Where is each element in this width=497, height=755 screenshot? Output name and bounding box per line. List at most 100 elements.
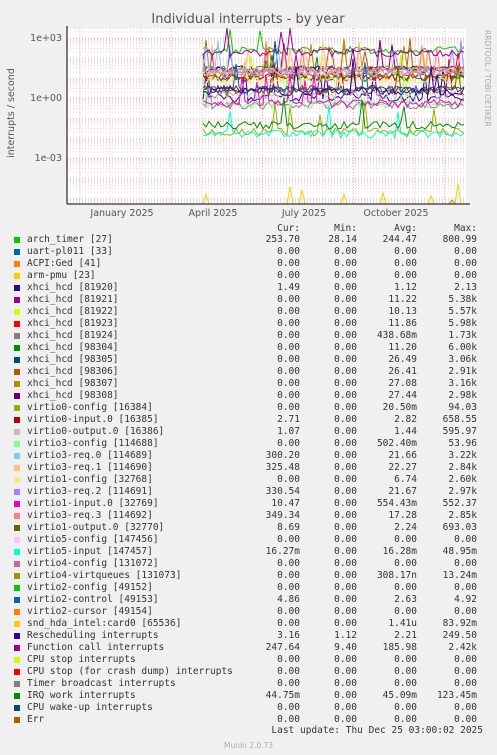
legend-cur: 0.00 bbox=[277, 318, 300, 329]
y-tick-label: 1e+03 bbox=[30, 33, 62, 44]
legend-cur: 330.54 bbox=[265, 486, 300, 497]
legend-min: 0.00 bbox=[334, 558, 357, 569]
legend-max: 2.97k bbox=[448, 486, 477, 497]
legend-max: 693.03 bbox=[442, 522, 477, 533]
legend-row: xhci_hcd [81920] 1.49 0.00 1.12 2.13 bbox=[0, 282, 497, 294]
legend-avg: 27.08 bbox=[388, 378, 417, 389]
legend-name: virtio4-config [131072] bbox=[27, 558, 159, 569]
legend-avg: 2.24 bbox=[394, 522, 417, 533]
legend-max: 2.13 bbox=[454, 282, 477, 293]
legend-avg: 10.13 bbox=[388, 306, 417, 317]
y-ticks: 1e+03 1e+00 1e-03 bbox=[30, 33, 62, 164]
legend-row: xhci_hcd [98305] 0.00 0.00 26.49 3.06k bbox=[0, 354, 497, 366]
legend-min: 0.00 bbox=[334, 246, 357, 257]
legend-row: CPU stop interrupts 0.00 0.00 0.00 0.00 bbox=[0, 654, 497, 666]
legend-min: 0.00 bbox=[334, 330, 357, 341]
legend-max: 2.84k bbox=[448, 462, 477, 473]
legend-max: 3.06k bbox=[448, 354, 477, 365]
legend-name: CPU stop interrupts bbox=[27, 654, 136, 665]
legend-avg: 0.00 bbox=[394, 258, 417, 269]
legend-cur: 0.00 bbox=[277, 558, 300, 569]
legend-min: 0.00 bbox=[334, 702, 357, 713]
legend-swatch bbox=[14, 237, 20, 243]
legend-min: 0.00 bbox=[334, 606, 357, 617]
legend-swatch bbox=[14, 597, 20, 603]
legend-name: xhci_hcd [81921] bbox=[27, 294, 119, 305]
legend-name: xhci_hcd [98307] bbox=[27, 378, 119, 389]
legend-row: virtio2-config [49152] 0.00 0.00 0.00 0.00 bbox=[0, 582, 497, 594]
legend-cur: 253.70 bbox=[265, 234, 300, 245]
legend-min: 0.00 bbox=[334, 462, 357, 473]
legend-max: 0.00 bbox=[454, 534, 477, 545]
legend-name: Timer broadcast interrupts bbox=[27, 678, 176, 689]
legend-min: 0.00 bbox=[334, 486, 357, 497]
legend-name: snd_hda_intel:card0 [65536] bbox=[27, 618, 182, 629]
legend-min: 9.40 bbox=[334, 642, 357, 653]
legend-cur: 0.00 bbox=[277, 438, 300, 449]
legend-avg: 502.40m bbox=[376, 438, 417, 449]
legend-avg: 11.20 bbox=[388, 342, 417, 353]
legend-avg: 0.00 bbox=[394, 582, 417, 593]
legend-swatch bbox=[14, 453, 20, 459]
x-tick-label: January 2025 bbox=[89, 208, 153, 219]
legend-row: virtio3-req.3 [114692] 349.34 0.00 17.28 2.8… bbox=[0, 510, 497, 522]
legend-avg: 21.67 bbox=[388, 486, 417, 497]
legend-name: xhci_hcd [81924] bbox=[27, 330, 119, 341]
legend-avg: 0.00 bbox=[394, 558, 417, 569]
legend-row: Rescheduling interrupts 3.16 1.12 2.21 249.5… bbox=[0, 630, 497, 642]
legend-cur: 300.20 bbox=[265, 450, 300, 461]
legend-name: virtio1-config [32768] bbox=[27, 474, 153, 485]
legend-avg: 11.22 bbox=[388, 294, 417, 305]
legend-cur: 349.34 bbox=[265, 510, 300, 521]
legend-name: virtio3-req.1 [114690] bbox=[27, 462, 153, 473]
legend-avg: 1.41u bbox=[388, 618, 417, 629]
legend-avg: 554.43m bbox=[376, 498, 417, 509]
legend-min: 0.00 bbox=[334, 522, 357, 533]
legend-name: ACPI:Ged [41] bbox=[27, 258, 102, 269]
legend-avg: 2.63 bbox=[394, 594, 417, 605]
legend-swatch bbox=[14, 321, 20, 327]
legend-min: 0.00 bbox=[334, 258, 357, 269]
legend-avg: 1.12 bbox=[394, 282, 417, 293]
legend-max: 1.73k bbox=[448, 330, 477, 341]
legend-row: virtio3-req.0 [114689] 300.20 0.00 21.66 3.2… bbox=[0, 450, 497, 462]
legend-swatch bbox=[14, 645, 20, 651]
legend-cur: 16.27m bbox=[265, 546, 300, 557]
legend-name: virtio3-req.3 [114692] bbox=[27, 510, 153, 521]
legend-min: 0.00 bbox=[334, 390, 357, 401]
legend-cur: 0.00 bbox=[277, 678, 300, 689]
legend-min: 0.00 bbox=[334, 690, 357, 701]
legend-swatch bbox=[14, 669, 20, 675]
legend-swatch bbox=[14, 333, 20, 339]
legend-max: 2.98k bbox=[448, 390, 477, 401]
legend-swatch bbox=[14, 309, 20, 315]
legend-min: 0.00 bbox=[334, 510, 357, 521]
legend-cur: 0.00 bbox=[277, 474, 300, 485]
legend-swatch bbox=[14, 585, 20, 591]
legend-name: xhci_hcd [98308] bbox=[27, 390, 119, 401]
legend-min: 0.00 bbox=[334, 342, 357, 353]
legend-name: CPU wake-up interrupts bbox=[27, 702, 153, 713]
legend-swatch bbox=[14, 345, 20, 351]
legend-avg: 11.86 bbox=[388, 318, 417, 329]
legend-cur: 0.00 bbox=[277, 258, 300, 269]
legend-row: virtio0-input.0 [16385] 2.71 0.00 2.82 658.5… bbox=[0, 414, 497, 426]
legend-swatch bbox=[14, 501, 20, 507]
legend-name: xhci_hcd [81923] bbox=[27, 318, 119, 329]
legend-swatch bbox=[14, 633, 20, 639]
legend-swatch bbox=[14, 621, 20, 627]
legend-name: uart-pl011 [33] bbox=[27, 246, 113, 257]
legend-avg: 0.00 bbox=[394, 534, 417, 545]
legend-name: xhci_hcd [98306] bbox=[27, 366, 119, 377]
legend-avg: 0.00 bbox=[394, 654, 417, 665]
watermark: RRDTOOL / TOBI OETIKER bbox=[483, 30, 492, 127]
legend-avg: 27.44 bbox=[388, 390, 417, 401]
legend-max: 2.85k bbox=[448, 510, 477, 521]
legend-max: 2.42k bbox=[448, 642, 477, 653]
legend-row: arch_timer [27] 253.70 28.14 244.47 800.99 bbox=[0, 234, 497, 246]
legend-cur: 0.00 bbox=[277, 342, 300, 353]
legend-row: xhci_hcd [98307] 0.00 0.00 27.08 3.16k bbox=[0, 378, 497, 390]
legend-swatch bbox=[14, 717, 20, 723]
legend-name: IRQ work interrupts bbox=[27, 690, 136, 701]
legend-avg: 0.00 bbox=[394, 702, 417, 713]
